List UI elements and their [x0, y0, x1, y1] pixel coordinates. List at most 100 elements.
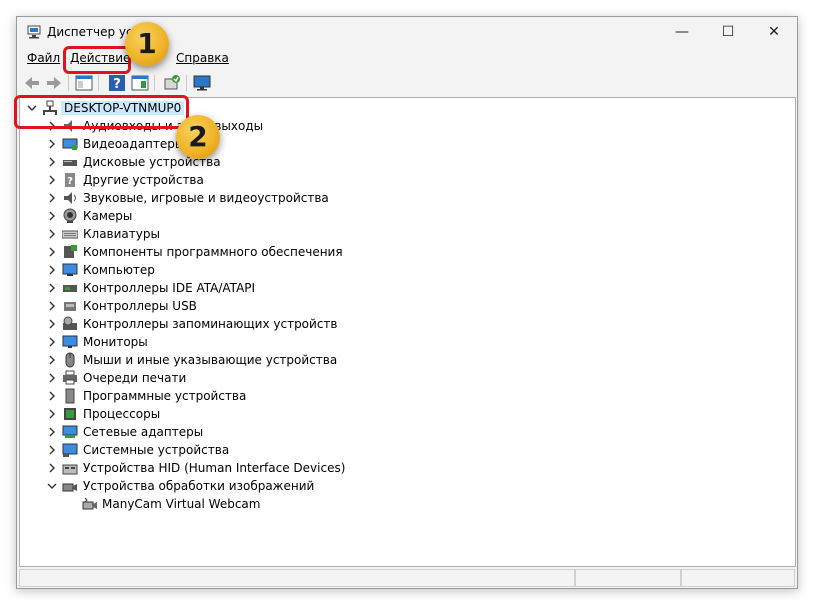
- device-tree: DESKTOP-VTNMUP0 Аудиовходы и аудиовыходы…: [19, 97, 796, 567]
- show-hide-console-tree-icon[interactable]: [74, 73, 94, 93]
- step-badge-2: 2: [176, 115, 220, 159]
- tree-item-label: Процессоры: [83, 407, 161, 421]
- imaging-device-icon: [62, 483, 77, 492]
- tree-item-label: Компоненты программного обеспечения: [83, 245, 343, 259]
- close-button[interactable]: ✕: [751, 17, 797, 47]
- chevron-right-icon[interactable]: [46, 154, 58, 170]
- chevron-right-icon[interactable]: [46, 352, 58, 368]
- status-cell-main: [19, 569, 575, 587]
- tree-item-processors[interactable]: Процессоры: [20, 405, 795, 423]
- chevron-right-icon[interactable]: [46, 334, 58, 350]
- processor-icon: [64, 408, 76, 420]
- toolbar-separator: [154, 75, 155, 91]
- tree-item-label: Компьютер: [83, 263, 155, 277]
- webcam-device-icon: [82, 497, 97, 510]
- software-component-icon: [64, 245, 77, 258]
- tree-item-label: Программные устройства: [83, 389, 247, 403]
- tree-item-cameras[interactable]: Камеры: [20, 207, 795, 225]
- step-badge-1: 1: [125, 22, 169, 66]
- svg-text:?: ?: [67, 176, 73, 187]
- network-adapter-icon: [62, 425, 78, 438]
- chevron-right-icon[interactable]: [46, 442, 58, 458]
- forward-arrow-icon[interactable]: [44, 73, 64, 93]
- tree-item-computer[interactable]: Компьютер: [20, 261, 795, 279]
- tree-item-label: Очереди печати: [83, 371, 187, 385]
- chevron-right-icon[interactable]: [46, 208, 58, 224]
- tree-item-label: Контроллеры USB: [83, 299, 197, 313]
- properties-icon[interactable]: [130, 73, 150, 93]
- tree-item-label: Мыши и иные указывающие устройства: [83, 353, 338, 367]
- system-device-icon: [62, 443, 78, 457]
- toolbar-separator: [68, 75, 69, 91]
- tree-item-mice[interactable]: Мыши и иные указывающие устройства: [20, 351, 795, 369]
- svg-text:?: ?: [113, 77, 121, 92]
- keyboard-icon: [62, 230, 78, 239]
- tree-item-ide-controllers[interactable]: Контроллеры IDE ATA/ATAPI: [20, 279, 795, 297]
- tree-item-network-adapters[interactable]: Сетевые адаптеры: [20, 423, 795, 441]
- chevron-right-icon[interactable]: [46, 424, 58, 440]
- usb-controller-icon: [64, 302, 76, 311]
- sound-device-icon: [64, 192, 76, 204]
- tree-item-display-adapters[interactable]: Видеоадаптеры: [20, 135, 795, 153]
- toolbar-separator: [98, 75, 99, 91]
- computer-icon: [62, 263, 78, 276]
- chevron-right-icon[interactable]: [46, 172, 58, 188]
- ide-controller-icon: [63, 285, 77, 292]
- tree-item-hid[interactable]: Устройства HID (Human Interface Devices): [20, 459, 795, 477]
- chevron-right-icon[interactable]: [46, 388, 58, 404]
- tree-item-system-devices[interactable]: Системные устройства: [20, 441, 795, 459]
- tree-item-label: Устройства обработки изображений: [83, 479, 315, 493]
- tree-item-label: ManyCam Virtual Webcam: [102, 497, 261, 511]
- status-cell-3: [681, 569, 795, 587]
- tree-item-disk-drives[interactable]: Дисковые устройства: [20, 153, 795, 171]
- monitor-device-icon: [62, 335, 78, 348]
- tree-item-software-devices[interactable]: Программные устройства: [20, 387, 795, 405]
- chevron-right-icon[interactable]: [46, 244, 58, 260]
- tree-item-manycam-webcam[interactable]: ManyCam Virtual Webcam: [20, 495, 795, 513]
- tree-item-print-queues[interactable]: Очереди печати: [20, 369, 795, 387]
- chevron-right-icon[interactable]: [46, 316, 58, 332]
- tree-item-label: Клавиатуры: [83, 227, 160, 241]
- chevron-right-icon[interactable]: [46, 280, 58, 296]
- maximize-button[interactable]: ☐: [705, 17, 751, 47]
- tree-item-label: Мониторы: [83, 335, 148, 349]
- tree-item-sound-video[interactable]: Звуковые, игровые и видеоустройства: [20, 189, 795, 207]
- minimize-button[interactable]: —: [659, 17, 705, 47]
- software-device-icon: [65, 388, 75, 404]
- tree-item-label: Сетевые адаптеры: [83, 425, 204, 439]
- tree-item-imaging-devices[interactable]: Устройства обработки изображений: [20, 477, 795, 495]
- action-menu-highlight: [63, 46, 131, 74]
- chevron-right-icon[interactable]: [46, 226, 58, 242]
- tree-item-label: Камеры: [83, 209, 133, 223]
- chevron-right-icon[interactable]: [46, 370, 58, 386]
- tree-item-label: Видеоадаптеры: [83, 137, 185, 151]
- help-icon[interactable]: ?: [107, 73, 127, 93]
- toolbar: ?: [17, 69, 797, 97]
- tree-item-monitors[interactable]: Мониторы: [20, 333, 795, 351]
- display-adapter-icon: [62, 138, 78, 150]
- menu-help[interactable]: Справка: [176, 51, 229, 65]
- menu-file[interactable]: Файл: [27, 51, 60, 65]
- tree-item-storage-controllers[interactable]: Контроллеры запоминающих устройств: [20, 315, 795, 333]
- tree-item-label: Контроллеры IDE ATA/ATAPI: [83, 281, 256, 295]
- status-cell-2: [575, 569, 681, 587]
- tree-item-software-components[interactable]: Компоненты программного обеспечения: [20, 243, 795, 261]
- tree-item-label: Звуковые, игровые и видеоустройства: [83, 191, 329, 205]
- chevron-right-icon[interactable]: [46, 460, 58, 476]
- tree-item-keyboards[interactable]: Клавиатуры: [20, 225, 795, 243]
- tree-item-usb-controllers[interactable]: Контроллеры USB: [20, 297, 795, 315]
- camera-icon: [63, 208, 77, 223]
- chevron-right-icon[interactable]: [46, 190, 58, 206]
- chevron-down-icon[interactable]: [46, 478, 58, 494]
- chevron-right-icon[interactable]: [46, 406, 58, 422]
- tree-item-label: Контроллеры запоминающих устройств: [83, 317, 338, 331]
- unknown-device-icon: ?: [65, 173, 75, 187]
- scan-hardware-changes-icon[interactable]: [162, 73, 182, 93]
- chevron-right-icon[interactable]: [46, 262, 58, 278]
- printer-icon: [63, 370, 77, 385]
- back-arrow-icon[interactable]: [22, 73, 42, 93]
- tree-item-other-devices[interactable]: ? Другие устройства: [20, 171, 795, 189]
- monitor-icon[interactable]: [192, 73, 212, 93]
- chevron-right-icon[interactable]: [46, 136, 58, 152]
- chevron-right-icon[interactable]: [46, 298, 58, 314]
